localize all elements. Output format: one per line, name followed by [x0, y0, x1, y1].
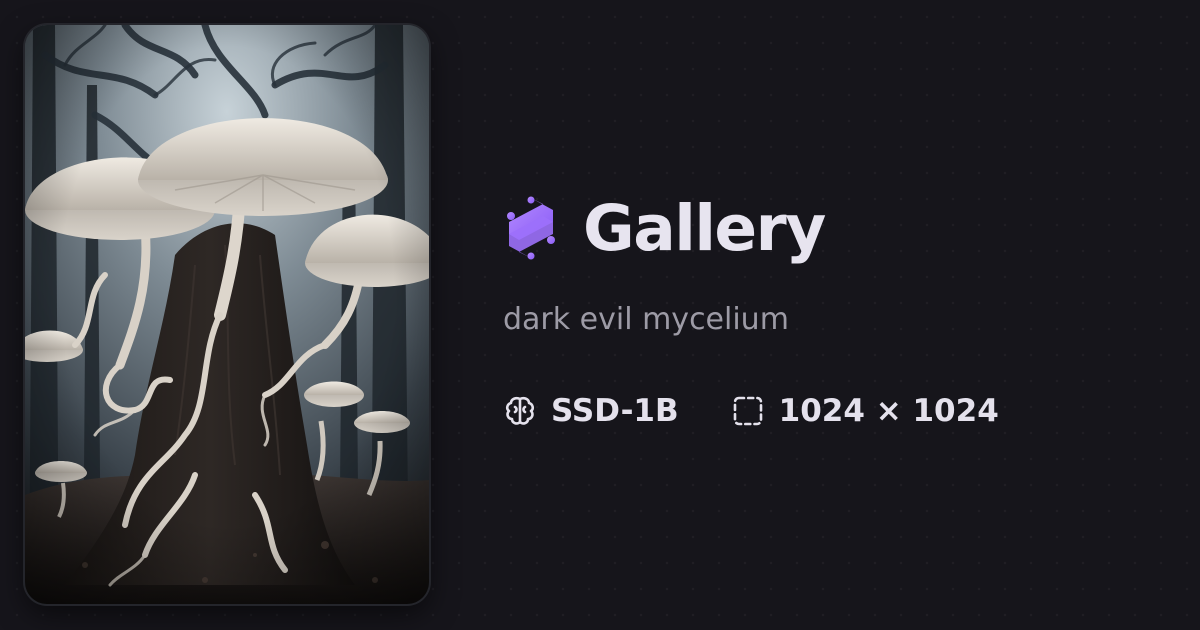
prompt-text: dark evil mycelium — [503, 302, 789, 337]
model-info: SSD-1B — [503, 394, 679, 428]
artwork-image-card[interactable] — [25, 25, 429, 604]
brain-icon — [503, 394, 537, 428]
info-panel: Gallery dark evil mycelium SSD-1B 1024 ×… — [503, 188, 1163, 431]
model-label: SSD-1B — [551, 392, 679, 429]
mycelium-artwork — [25, 25, 429, 604]
stack-layers-icon — [503, 196, 559, 260]
dimensions-info: 1024 × 1024 — [731, 394, 999, 428]
meta-row: SSD-1B 1024 × 1024 — [503, 391, 1163, 431]
dashed-frame-icon — [731, 394, 765, 428]
page-title: Gallery — [583, 191, 826, 265]
dimensions-label: 1024 × 1024 — [778, 392, 999, 429]
title-row: Gallery — [503, 188, 1163, 268]
